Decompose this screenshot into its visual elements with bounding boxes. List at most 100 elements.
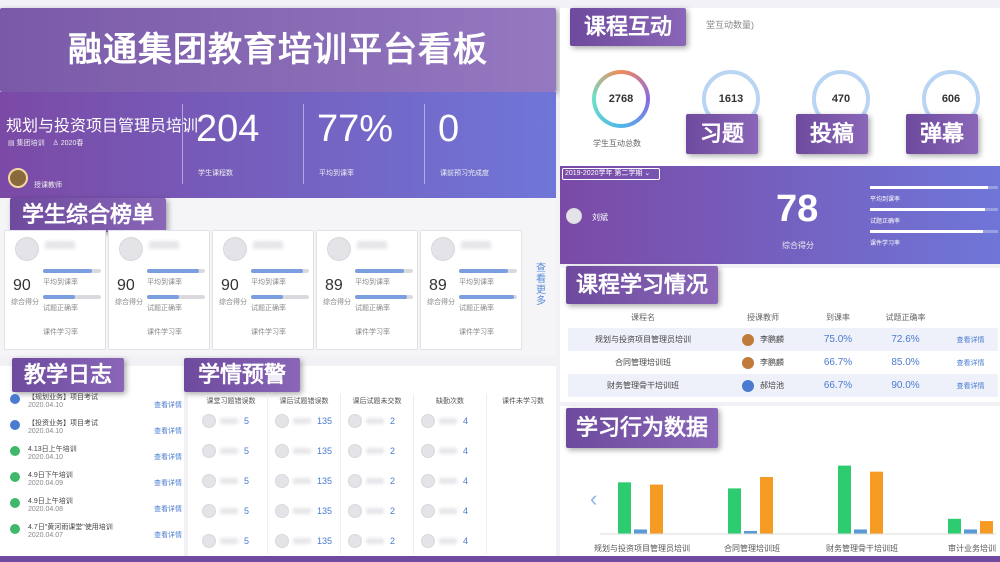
interaction-total: 2768 <box>596 74 646 124</box>
log-entry-icon <box>10 420 20 430</box>
log-entry-icon <box>10 446 20 456</box>
teacher-avatar <box>742 356 754 369</box>
quiz-label: 试题正确率 <box>355 305 390 312</box>
student-name-blurred <box>439 508 457 514</box>
student-name-blurred <box>293 448 311 454</box>
stat-label: 学生课程数 <box>198 170 233 177</box>
courseware-label: 课件学习率 <box>43 329 78 336</box>
log-entry-name: 【规划业务】项目考试 <box>28 394 98 401</box>
column-divider <box>340 394 341 554</box>
warning-count: 2 <box>390 506 396 516</box>
quiz-label: 试题正确率 <box>251 305 286 312</box>
attendance-label: 平均到课率 <box>459 279 494 286</box>
log-entry-name: 4.7日"黄河雨课堂"使用培训 <box>28 524 113 531</box>
chart-category-label: 审计业务培训 <box>948 543 996 553</box>
student-name: 刘斌 <box>592 213 608 222</box>
interaction-label: 投稿 <box>796 114 869 154</box>
warning-count: 5 <box>244 506 250 516</box>
teacher-name: 郝培池 <box>760 380 784 390</box>
stat-label: 课前预习完成度 <box>440 170 489 177</box>
student-avatar <box>275 504 289 518</box>
warning-count: 2 <box>390 476 396 486</box>
course-view-link[interactable]: 查看详情 <box>957 337 985 344</box>
student-avatar <box>119 237 143 261</box>
student-avatar <box>348 474 362 488</box>
stat-divider <box>424 104 425 184</box>
log-view-link[interactable]: 查看详情 <box>154 504 182 514</box>
action-cell: 查看详情 <box>943 351 998 374</box>
score-label: 综合得分 <box>427 299 455 306</box>
teacher-name: 李鹏麟 <box>760 357 784 367</box>
metric-label: 平均到课率 <box>870 197 901 203</box>
teacher-name: 李鹏麟 <box>760 334 784 344</box>
course-study-title: 课程学习情况 <box>566 266 719 304</box>
chart-bar <box>980 521 993 534</box>
ranking-card[interactable]: 89 综合得分 平均到课率 试题正确率 课件学习率 <box>420 230 522 350</box>
course-name: 规划与投资项目管理员培训 <box>6 118 199 135</box>
student-score: 89 <box>429 277 447 294</box>
student-avatar <box>202 534 216 548</box>
interaction-value: 470 <box>831 93 851 105</box>
chart-bar <box>634 529 647 534</box>
student-avatar <box>566 208 582 224</box>
column-divider <box>413 394 414 554</box>
attendance-label: 平均到课率 <box>355 279 390 286</box>
course-view-link[interactable]: 查看详情 <box>957 360 985 367</box>
interaction-label: 弹幕 <box>906 114 979 154</box>
course-view-link[interactable]: 查看详情 <box>957 383 985 390</box>
log-view-link[interactable]: 查看详情 <box>154 400 182 410</box>
log-view-link[interactable]: 查看详情 <box>154 452 182 462</box>
quiz-label: 试题正确率 <box>147 305 182 312</box>
teacher-cell: 李鹏麟 <box>718 328 808 351</box>
attendance-fill <box>355 269 405 273</box>
score-label: 综合得分 <box>323 299 351 306</box>
student-name-blurred <box>293 508 311 514</box>
student-score: 90 <box>117 277 135 294</box>
teacher-avatar <box>742 379 754 392</box>
ranking-card[interactable]: 90 综合得分 平均到课率 试题正确率 课件学习率 <box>4 230 106 350</box>
stat-divider <box>303 104 304 184</box>
warning-count: 5 <box>244 536 250 546</box>
log-view-link[interactable]: 查看详情 <box>154 426 182 436</box>
student-name-blurred <box>366 418 384 424</box>
chart-bar <box>618 482 631 534</box>
stat-value: 204 <box>196 108 260 150</box>
student-name-blurred <box>461 241 491 249</box>
quiz-label: 试题正确率 <box>459 305 494 312</box>
interaction-value: 606 <box>941 93 961 105</box>
dashboard-title: 融通集团教育培训平台看板 <box>0 8 556 92</box>
metric-label: 课件学习率 <box>870 241 901 247</box>
student-avatar <box>275 414 289 428</box>
ranking-card[interactable]: 89 综合得分 平均到课率 试题正确率 课件学习率 <box>316 230 418 350</box>
student-avatar <box>202 504 216 518</box>
student-name-blurred <box>253 241 283 249</box>
student-name-blurred <box>439 538 457 544</box>
warning-count: 135 <box>317 476 333 486</box>
chart-bar <box>854 529 867 534</box>
quiz-label: 试题正确率 <box>43 305 78 312</box>
ranking-card[interactable]: 90 综合得分 平均到课率 试题正确率 课件学习率 <box>108 230 210 350</box>
log-view-link[interactable]: 查看详情 <box>154 478 182 488</box>
ranking-card[interactable]: 90 综合得分 平均到课率 试题正确率 课件学习率 <box>212 230 314 350</box>
student-score: 90 <box>13 277 31 294</box>
stat-value: 0 <box>438 108 460 150</box>
warning-count: 135 <box>317 506 333 516</box>
warning-count: 2 <box>390 446 396 456</box>
behavior-chart: 规划与投资项目管理员培训 合同管理培训班 财务管理骨干培训班 审计业务培训 <box>594 465 996 553</box>
attendance-fill <box>251 269 304 273</box>
ranking-more-link[interactable]: 查看更多 <box>533 262 546 306</box>
col-teacher: 授课教师 <box>747 312 779 322</box>
student-name-blurred <box>366 508 384 514</box>
chart-bar <box>948 518 961 534</box>
quiz-rate: 72.6% <box>891 334 920 345</box>
log-entry-date: 2020.04.10 <box>28 454 64 461</box>
student-name-blurred <box>357 241 387 249</box>
student-avatar <box>421 504 435 518</box>
interaction-title: 课程互动 <box>570 8 687 46</box>
warning-count: 4 <box>463 476 469 486</box>
quiz-fill <box>251 295 283 299</box>
warning-count: 135 <box>317 446 333 456</box>
semester-select[interactable]: 2019-2020学年 第二学期 ⌄ <box>562 168 660 180</box>
folder-icon: ▤ <box>8 140 15 147</box>
log-view-link[interactable]: 查看详情 <box>154 530 182 540</box>
